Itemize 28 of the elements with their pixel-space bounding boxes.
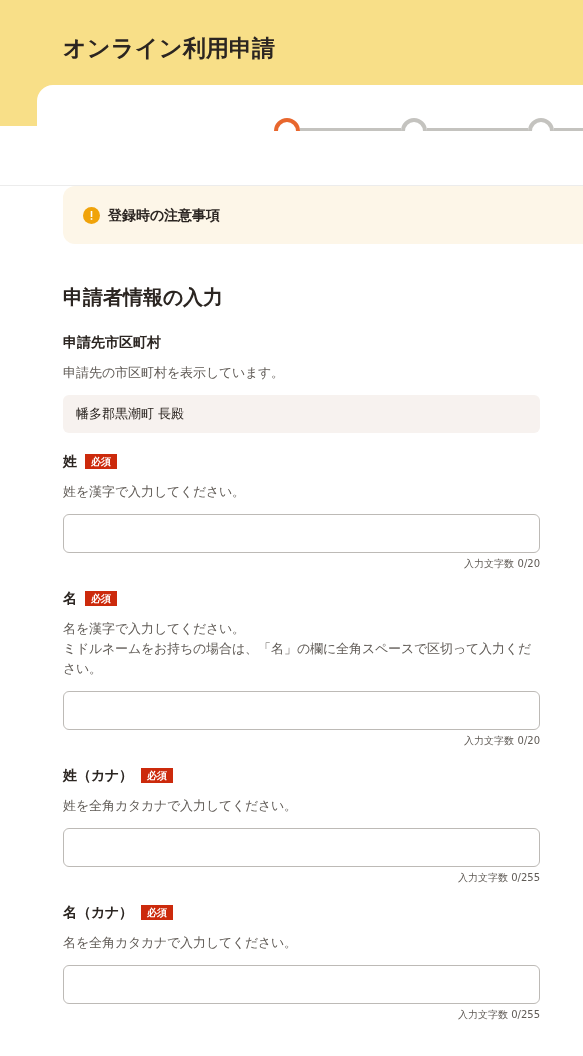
required-tag: 必須 [141,768,173,783]
field-label: 姓（カナ） [63,766,133,785]
value-display: 幡多郡黒潮町 長殿 [63,395,540,433]
field-hint: 姓を全角カタカナで入力してください。 [63,797,298,815]
notice-text: 登録時の注意事項 [108,205,220,225]
required-tag: 必須 [141,905,173,920]
required-tag: 必須 [85,591,117,606]
text-input[interactable] [63,828,540,867]
field-hint: 申請先の市区町村を表示しています。 [63,364,285,382]
field-label: 名 [63,589,77,608]
character-counter: 入力文字数 0/20 [464,557,540,570]
field-hint: 姓を漢字で入力してください。 [63,483,246,501]
page-title: オンライン利用申請 [63,34,276,63]
field-hint: ミドルネームをお持ちの場合は、「名」の欄に全角スペースで区切って入力ください。 [63,640,532,678]
field-hint: 名を漢字で入力してください。 [63,620,246,638]
character-counter: 入力文字数 0/255 [458,871,540,884]
text-input[interactable] [63,965,540,1004]
required-tag: 必須 [85,454,117,469]
text-input[interactable] [63,691,540,730]
character-counter: 入力文字数 0/20 [464,734,540,747]
alert-icon [83,206,100,224]
field-label: 名（カナ） [63,903,133,922]
section-title: 申請者情報の入力 [63,284,224,311]
field-label: 申請先市区町村 [63,333,161,352]
text-input[interactable] [63,514,540,553]
field-label: 姓 [63,452,77,471]
field-hint: 名を全角カタカナで入力してください。 [63,934,298,952]
character-counter: 入力文字数 0/255 [458,1008,540,1021]
